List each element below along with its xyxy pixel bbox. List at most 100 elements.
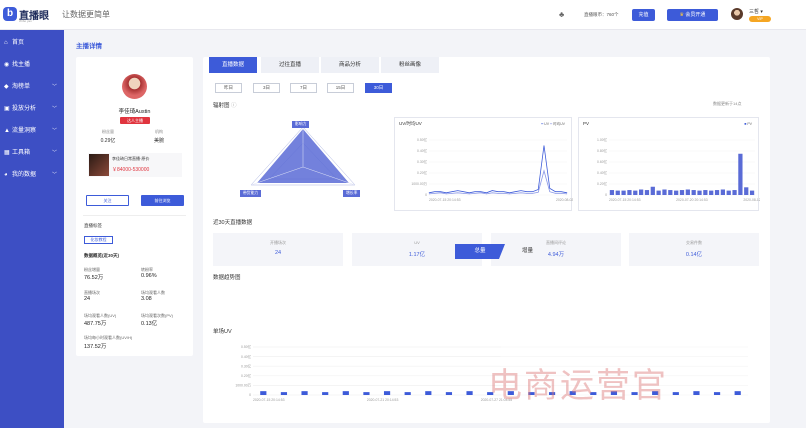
data-point bbox=[538, 192, 539, 193]
data-point bbox=[480, 191, 481, 192]
data-point bbox=[497, 191, 499, 192]
data-point bbox=[440, 192, 441, 194]
radar-label-top: 影响力 bbox=[292, 121, 310, 128]
toggle-total[interactable]: 总量 bbox=[455, 244, 505, 259]
sidebar-item-label: 淘榜单 bbox=[12, 84, 31, 90]
data-point bbox=[555, 193, 556, 194]
user-avatar[interactable] bbox=[731, 8, 743, 20]
data-point bbox=[526, 193, 527, 194]
summary-card-label: 开播场次 bbox=[270, 240, 286, 245]
toolbox-icon: ▦ bbox=[4, 150, 10, 156]
user-name[interactable]: 三哲 ▾ bbox=[749, 8, 763, 15]
browse-button[interactable]: 前往浏览 bbox=[141, 195, 184, 206]
product-image bbox=[89, 154, 109, 176]
bar bbox=[720, 189, 725, 195]
follow-button[interactable]: 关注 bbox=[86, 195, 129, 206]
sidebar-item-home[interactable]: ⌂ 首页 bbox=[0, 32, 64, 54]
slogan: 让数据更简单 bbox=[62, 10, 110, 19]
date-range-7d[interactable]: 7日 bbox=[290, 83, 317, 93]
diamond-icon: ◆ bbox=[4, 84, 9, 90]
chevron-down-icon: ﹀ bbox=[51, 84, 57, 90]
fans-label: 粉丝量 bbox=[102, 129, 114, 134]
y-tick-label: 0.30亿 bbox=[241, 363, 252, 368]
tab-past-live[interactable]: 过往直播 bbox=[261, 57, 319, 73]
data-point bbox=[515, 193, 516, 194]
overview-title: 数据概览(近30天) bbox=[84, 253, 120, 258]
page-title: 主播详情 bbox=[76, 43, 102, 50]
balance-label: 直播眼币：760个 bbox=[584, 12, 619, 17]
sidebar-item-label: 投放分析 bbox=[12, 106, 37, 112]
y-tick-label: 0.60亿 bbox=[597, 159, 608, 164]
bar bbox=[703, 190, 708, 195]
bar bbox=[697, 190, 702, 195]
vip-button[interactable]: ♛ 会员开通 bbox=[667, 9, 718, 21]
summary-card: 交易件数 0.14亿 bbox=[629, 233, 759, 266]
recharge-button[interactable]: 充值 bbox=[632, 9, 655, 21]
agency-value: 美腕 bbox=[153, 138, 164, 144]
sidebar-item-rankings[interactable]: ◆ 淘榜单 ﹀ bbox=[0, 76, 64, 98]
summary-card: 开播场次 24 bbox=[213, 233, 343, 266]
tab-product-analysis[interactable]: 商品分析 bbox=[321, 57, 379, 73]
info-icon[interactable]: ⓘ bbox=[231, 103, 237, 109]
sidebar: ⌂ 首页 ◉ 找主播 ◆ 淘榜单 ﹀ ▣ 投放分析 ﹀ ▲ 流量洞察 ﹀ ▦ 工具箱 ﹀ ◕ 我的数据… bbox=[0, 30, 64, 428]
data-point bbox=[469, 193, 470, 195]
bar bbox=[342, 391, 349, 395]
sidebar-item-label: 工具箱 bbox=[12, 150, 31, 156]
y-tick-label: 0.20亿 bbox=[241, 373, 252, 378]
data-point bbox=[497, 193, 499, 194]
bar bbox=[383, 391, 391, 395]
streamer-tag: 达人主播 bbox=[120, 117, 150, 124]
data-point bbox=[492, 190, 493, 191]
bar bbox=[668, 190, 673, 195]
tab-live-data[interactable]: 直播数据 bbox=[209, 57, 257, 73]
date-range-yesterday[interactable]: 昨日 bbox=[215, 83, 242, 93]
series-line-1 bbox=[428, 169, 568, 195]
date-range-3d[interactable]: 3日 bbox=[253, 83, 280, 93]
sidebar-item-find-streamer[interactable]: ◉ 找主播 bbox=[0, 54, 64, 76]
x-tick-label: 2020-07-15 20:14:53 bbox=[253, 398, 285, 402]
data-point bbox=[549, 188, 550, 189]
single-uv-title: 单场UV bbox=[213, 329, 232, 335]
search-icon: ◉ bbox=[4, 62, 10, 68]
uv-chart-plot: 0 1000.00万 0.20亿 0.30亿 0.40亿 0.50亿 2020-07-15 … bbox=[411, 137, 573, 202]
tab-fan-profile[interactable]: 粉丝画像 bbox=[381, 57, 439, 73]
sidebar-item-toolbox[interactable]: ▦ 工具箱 ﹀ bbox=[0, 142, 64, 164]
toggle-increment[interactable]: 增量 bbox=[505, 244, 550, 259]
bar bbox=[301, 391, 308, 395]
sidebar-item-my-data[interactable]: ◕ 我的数据 ﹀ bbox=[0, 164, 64, 186]
overview-value: 24 bbox=[84, 296, 91, 302]
x-tick-label: 2020-08-02 20:10:59 bbox=[556, 198, 573, 202]
y-tick-label: 0.20亿 bbox=[417, 170, 428, 175]
user-badge: VIP bbox=[749, 16, 771, 22]
bar bbox=[644, 190, 650, 195]
product-card[interactable]: 李佳琦日常直播·原价 ￥84000-530000 bbox=[88, 153, 182, 177]
sidebar-item-traffic[interactable]: ▲ 流量洞察 ﹀ bbox=[0, 120, 64, 142]
y-tick-label: 0 bbox=[425, 193, 427, 197]
crown-icon: ♛ bbox=[679, 12, 685, 18]
data-point bbox=[463, 191, 464, 192]
date-range-15d[interactable]: 15日 bbox=[327, 83, 354, 93]
bar bbox=[713, 392, 721, 395]
data-point bbox=[526, 191, 527, 192]
vip-button-label: 会员开通 bbox=[685, 12, 706, 18]
x-tick-label: 2020-07-20 20:14:53 bbox=[676, 198, 708, 202]
sidebar-item-ad-analysis[interactable]: ▣ 投放分析 ﹀ bbox=[0, 98, 64, 120]
y-tick-label: 0.40亿 bbox=[417, 148, 428, 153]
y-tick-label: 0.50亿 bbox=[241, 344, 252, 349]
streamer-avatar bbox=[122, 74, 147, 99]
bar bbox=[738, 153, 743, 195]
bar bbox=[650, 186, 655, 195]
data-point bbox=[532, 193, 533, 194]
sidebar-item-label: 找主播 bbox=[12, 62, 31, 68]
bar bbox=[674, 190, 679, 195]
logo-icon[interactable]: b bbox=[3, 7, 17, 21]
bar bbox=[662, 189, 667, 195]
bar bbox=[656, 190, 661, 195]
date-range-30d[interactable]: 30日 bbox=[365, 83, 392, 93]
data-point bbox=[555, 191, 556, 192]
fans-value: 0.29亿 bbox=[100, 138, 116, 144]
flame-icon: ▲ bbox=[4, 128, 10, 134]
bell-icon[interactable]: ♣ bbox=[559, 10, 564, 19]
bar bbox=[639, 189, 644, 195]
bar bbox=[691, 190, 696, 195]
